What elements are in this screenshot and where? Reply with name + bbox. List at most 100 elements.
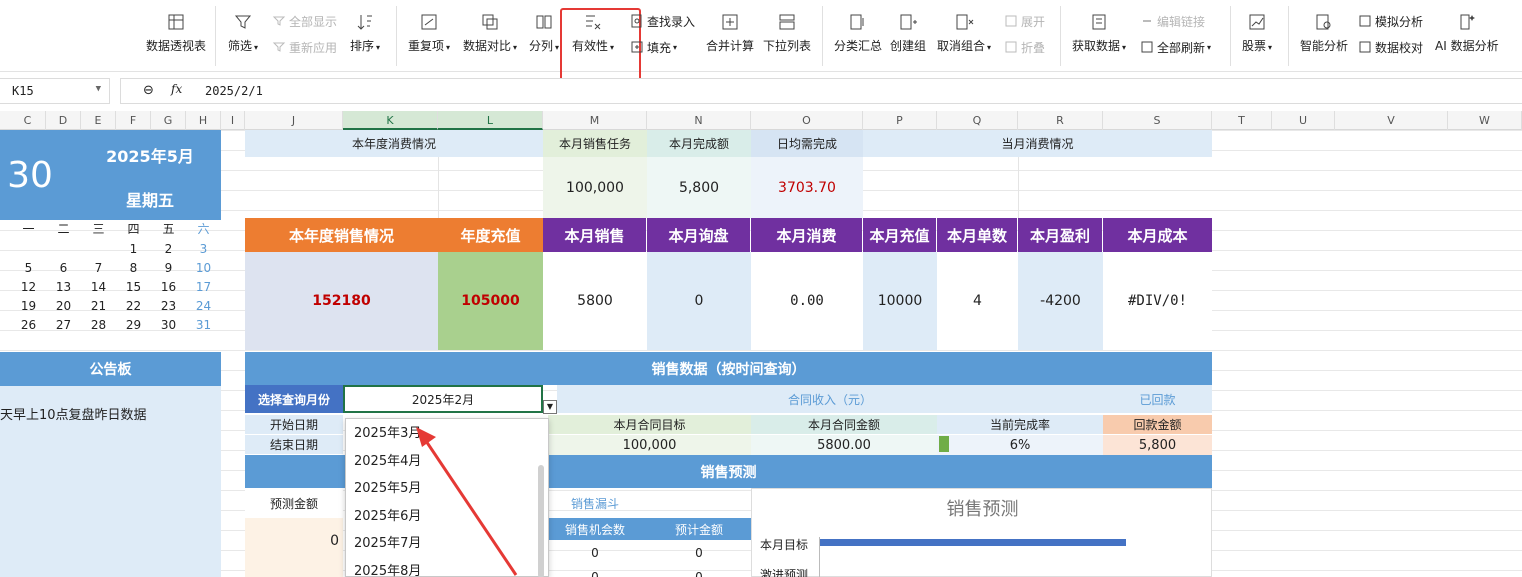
ai-analysis-label: AI 数据分析 [1435, 39, 1499, 53]
column-header[interactable]: V [1335, 111, 1448, 130]
collapse-button[interactable]: 折叠 [1004, 38, 1045, 56]
formula-input[interactable]: ⊖ fx 2025/2/1 [120, 78, 1522, 104]
kpi-header: 本月单数 [937, 218, 1017, 252]
column-header[interactable]: H [186, 111, 221, 130]
expand-button[interactable]: 展开 [1004, 12, 1045, 30]
simulate-button[interactable]: 模拟分析 [1358, 12, 1423, 30]
opportunity-count-value[interactable]: 0 [543, 543, 647, 563]
ungroup-icon [956, 14, 974, 30]
kpi-annual-sales-value[interactable]: 152180 [245, 252, 438, 350]
daily-need-value[interactable]: 3703.70 [751, 157, 863, 218]
duplicates-button[interactable]: 重复项 ▾ [408, 12, 450, 60]
stocks-button[interactable]: 股票 ▾ [1242, 12, 1272, 60]
split-icon [536, 15, 552, 29]
expected-amount-value[interactable]: 0 [647, 543, 751, 563]
ungroup-label: 取消组合 [937, 39, 986, 53]
column-header[interactable]: N [647, 111, 751, 130]
kpi-value[interactable]: 10000 [863, 252, 937, 350]
calendar-date: 3 [199, 242, 208, 256]
create-group-label: 创建组 [890, 39, 927, 53]
kpi-value[interactable]: -4200 [1018, 252, 1103, 350]
column-header[interactable]: S [1103, 111, 1212, 130]
column-headers: C D E F G H I J K L M N O P Q R S T U V … [0, 111, 1522, 130]
column-header[interactable]: C [10, 111, 46, 130]
column-header[interactable]: D [46, 111, 81, 130]
data-check-label: 数据校对 [1375, 40, 1424, 55]
column-header[interactable]: U [1272, 111, 1335, 130]
edit-links-button[interactable]: 编辑链接 [1140, 12, 1205, 30]
predict-amount-value[interactable]: 0 [245, 528, 343, 554]
column-header[interactable]: W [1448, 111, 1522, 130]
bulletin-text: 天早上10点复盘昨日数据 [0, 407, 147, 423]
pivot-table-button[interactable]: 数据透视表 [146, 12, 206, 60]
get-data-button[interactable]: 获取数据 ▾ [1072, 12, 1126, 60]
month-done-value[interactable]: 5,800 [647, 157, 751, 218]
kpi-value[interactable]: 0 [647, 252, 751, 350]
chevron-down-icon: ▾ [673, 42, 678, 52]
contract-amount-value[interactable]: 5800.00 [751, 435, 937, 455]
column-header[interactable]: E [81, 111, 116, 130]
column-header-selected[interactable]: L [438, 111, 543, 130]
refresh-all-button[interactable]: 全部刷新 ▾ [1140, 38, 1211, 56]
column-header[interactable]: M [543, 111, 647, 130]
opportunity-count-value[interactable]: 0 [543, 567, 647, 577]
ai-analysis-button[interactable]: AI 数据分析 [1435, 12, 1499, 60]
column-header[interactable]: T [1212, 111, 1272, 130]
fill-label: 填充 [647, 40, 672, 55]
reapply-button[interactable]: 重新应用 [272, 38, 337, 56]
month-target-value[interactable]: 100,000 [543, 157, 647, 218]
smart-analysis-button[interactable]: 智能分析 [1300, 12, 1348, 60]
returned-header: 已回款 [1103, 385, 1212, 413]
column-header[interactable]: R [1018, 111, 1103, 130]
kpi-value[interactable]: 4 [937, 252, 1018, 350]
column-header[interactable]: F [116, 111, 151, 130]
fx-icon[interactable]: fx [171, 82, 182, 96]
column-header[interactable]: Q [937, 111, 1018, 130]
ungroup-button[interactable]: 取消组合 ▾ [937, 12, 991, 60]
merge-calc-button[interactable]: 合并计算 [706, 12, 754, 60]
column-header-selected[interactable]: K [343, 111, 438, 130]
calendar-date: 17 [195, 280, 212, 294]
contract-target-value[interactable]: 100,000 [548, 435, 751, 455]
column-header[interactable]: P [863, 111, 937, 130]
kpi-value[interactable]: 0.00 [751, 252, 863, 350]
fill-button[interactable]: 填充 ▾ [630, 38, 677, 56]
column-header[interactable]: G [151, 111, 186, 130]
chart-category-label: 本月目标 [760, 537, 809, 552]
name-box[interactable]: K15 ▼ [0, 78, 110, 104]
find-entry-label: 查找录入 [647, 14, 696, 29]
create-group-button[interactable]: 创建组 [890, 12, 926, 60]
chevron-down-icon: ▾ [254, 43, 259, 52]
refund-value[interactable]: 5,800 [1103, 435, 1212, 455]
kpi-annual-recharge-value[interactable]: 105000 [438, 252, 543, 350]
calendar-year-month: 2025年5月 [106, 147, 194, 166]
filter-button[interactable]: 筛选 ▾ [228, 12, 258, 60]
sheet-grid[interactable]: 30 2025年5月 星期五 一 二 三 四 五 六 1 2 3 5 6 7 8 9 10 12 1… [0, 130, 1522, 577]
split-column-button[interactable]: 分列 ▾ [529, 12, 559, 60]
subtotal-icon [850, 14, 864, 30]
chart-category-label: 激进预测 [760, 567, 809, 577]
week-header: 六 [197, 222, 210, 236]
expected-amount-value[interactable]: 0 [647, 567, 751, 577]
dropdown-scrollbar[interactable] [538, 465, 544, 577]
kpi-value[interactable]: #DIV/0! [1103, 252, 1212, 350]
completion-rate-value[interactable]: 6% [937, 435, 1103, 455]
find-entry-button[interactable]: 查找录入 [630, 12, 695, 30]
column-header[interactable]: J [245, 111, 343, 130]
zoom-icon[interactable]: ⊖ [143, 83, 154, 98]
compare-button[interactable]: 数据对比 ▾ [463, 12, 517, 60]
forecast-chart[interactable]: 销售预测 本月目标 激进预测 [751, 488, 1212, 577]
month-select-cell[interactable]: 2025年2月 [343, 385, 543, 413]
filter-icon [234, 15, 252, 29]
completion-rate-label: 当前完成率 [937, 415, 1103, 434]
column-header[interactable]: I [221, 111, 245, 130]
subtotal-button[interactable]: 分类汇总 [834, 12, 882, 60]
sort-button[interactable]: 排序 ▾ [350, 12, 380, 60]
kpi-value[interactable]: 5800 [543, 252, 647, 350]
filter-label: 筛选 [228, 39, 253, 53]
column-header[interactable]: O [751, 111, 863, 130]
data-check-button[interactable]: 数据校对 [1358, 38, 1423, 56]
dropdown-list-button[interactable]: 下拉列表 [763, 12, 811, 60]
show-all-button[interactable]: 全部显示 [272, 12, 337, 30]
dropdown-arrow-icon[interactable]: ▼ [543, 400, 557, 414]
